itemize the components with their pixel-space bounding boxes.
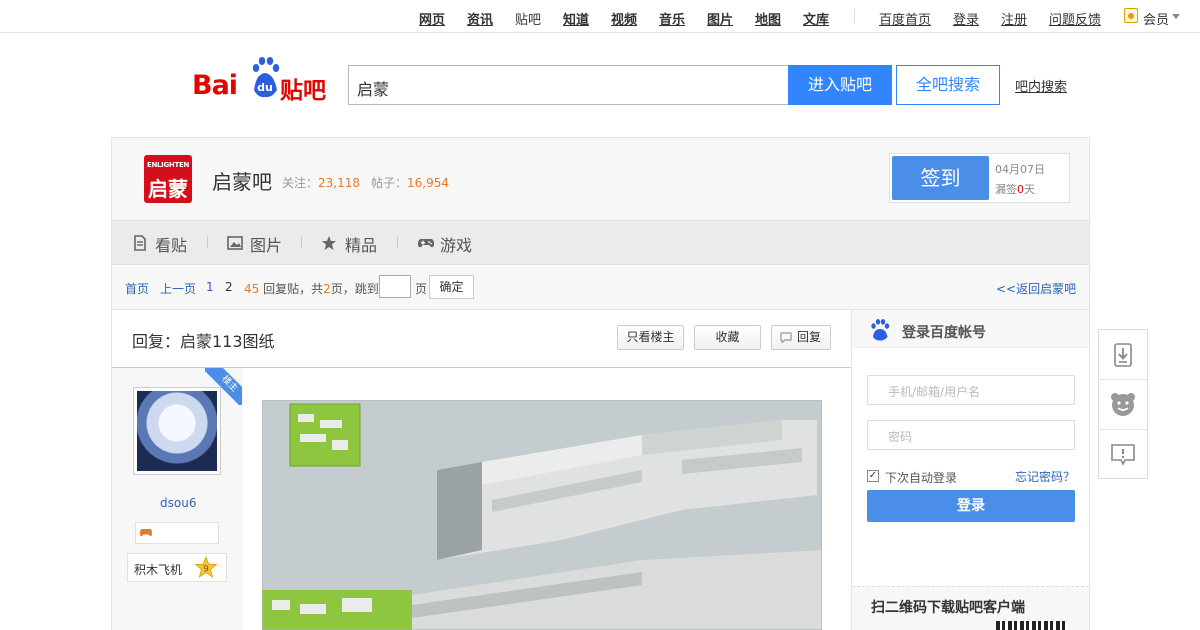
- only-owner-button[interactable]: 只看楼主: [617, 325, 684, 350]
- search-in-forum-link[interactable]: 吧内搜索: [1015, 76, 1067, 95]
- nav-video[interactable]: 视频: [611, 9, 637, 28]
- logo-tieba-text: 贴吧: [280, 78, 326, 104]
- search-all-button[interactable]: 全吧搜索: [896, 65, 1000, 105]
- username-input[interactable]: 手机/邮箱/用户名: [867, 375, 1075, 405]
- download-app-button[interactable]: [1099, 330, 1147, 380]
- tab-games[interactable]: 游戏: [440, 232, 472, 256]
- nav-login[interactable]: 登录: [953, 9, 979, 28]
- post-title: 回复：启蒙113图纸: [132, 332, 275, 351]
- nav-news[interactable]: 资讯: [467, 9, 493, 28]
- logo-bai-text: Bai: [192, 70, 238, 101]
- tab-divider: [397, 236, 398, 248]
- nav-baidu-home[interactable]: 百度首页: [879, 9, 931, 28]
- nav-divider: [854, 9, 855, 24]
- search-input[interactable]: 启蒙: [348, 65, 789, 105]
- follow-stat: 关注：23,118: [282, 176, 361, 190]
- baidu-paw-icon: du: [252, 57, 280, 98]
- back-to-forum-link[interactable]: <<返回启蒙吧: [996, 280, 1076, 297]
- level-star-icon: 9: [194, 556, 218, 578]
- nav-register[interactable]: 注册: [1001, 9, 1027, 28]
- image-icon: [227, 236, 243, 250]
- login-title: 登录百度帐号: [902, 325, 986, 341]
- nav-zhidao[interactable]: 知道: [563, 9, 589, 28]
- qr-title: 扫二维码下载贴吧客户端: [871, 600, 1025, 616]
- nav-web[interactable]: 网页: [419, 9, 445, 28]
- avatar-image: [137, 391, 217, 471]
- tab-divider: [301, 236, 302, 248]
- bear-icon: [1111, 393, 1135, 416]
- tab-images[interactable]: 图片: [250, 232, 282, 256]
- game-badge-icon[interactable]: [139, 527, 153, 539]
- page-link-1[interactable]: 1: [206, 280, 214, 294]
- reply-label: 回复: [796, 330, 821, 344]
- remember-label: 下次自动登录: [885, 471, 958, 485]
- feedback-icon: [1111, 444, 1135, 466]
- forum-logo[interactable]: ENLIGHTEN 启蒙: [144, 155, 192, 203]
- missed-days: 漏签0天: [995, 183, 1035, 196]
- document-icon: [134, 235, 146, 251]
- level-name: 积木飞机: [134, 563, 183, 577]
- tab-divider: [207, 236, 208, 248]
- nav-tieba[interactable]: 贴吧: [515, 9, 541, 28]
- page-unit: 页: [415, 282, 428, 296]
- forgot-password-link[interactable]: 忘记密码？: [1015, 468, 1075, 485]
- nav-feedback[interactable]: 问题反馈: [1049, 9, 1101, 28]
- login-button[interactable]: 登录: [867, 490, 1075, 522]
- baidu-tieba-logo[interactable]: Bai du 贴吧: [192, 56, 332, 104]
- sign-date: 04月07日: [995, 163, 1045, 176]
- enter-forum-button[interactable]: 进入贴吧: [788, 65, 892, 105]
- top-nav: 网页 资讯 贴吧 知道 视频 音乐 图片 地图 文库 百度首页 登录 注册 问题…: [0, 0, 1200, 33]
- reply-button[interactable]: 回复: [771, 325, 831, 350]
- pager-info: 45 回复贴，共2页，跳到: [244, 282, 379, 296]
- svg-text:du: du: [257, 81, 273, 94]
- nav-music[interactable]: 音乐: [659, 9, 685, 28]
- posts-stat: 帖子：16,954: [371, 176, 450, 190]
- nav-wenku[interactable]: 文库: [803, 9, 829, 28]
- prev-page-link[interactable]: 上一页: [160, 280, 196, 297]
- vip-icon: [1124, 8, 1138, 23]
- jump-confirm-button[interactable]: 确定: [429, 275, 474, 299]
- sign-in-button[interactable]: 签到: [892, 156, 989, 200]
- baidu-paw-icon: [871, 319, 890, 341]
- author-name[interactable]: dsou6: [160, 496, 196, 510]
- remember-checkbox[interactable]: ✓: [867, 470, 879, 482]
- avatar[interactable]: [133, 387, 221, 475]
- forum-name[interactable]: 启蒙吧: [212, 166, 272, 195]
- chevron-down-icon[interactable]: [1172, 14, 1180, 19]
- jump-page-input[interactable]: [379, 275, 411, 298]
- first-page-link[interactable]: 首页: [125, 280, 149, 297]
- nav-vip[interactable]: 会员: [1143, 9, 1169, 28]
- svg-text:9: 9: [203, 565, 209, 575]
- comment-icon: [780, 332, 792, 343]
- current-page: 2: [225, 280, 233, 294]
- report-button[interactable]: [1099, 430, 1147, 480]
- nav-image[interactable]: 图片: [707, 9, 733, 28]
- mascot-button[interactable]: [1099, 380, 1147, 430]
- badge-box: [135, 522, 219, 544]
- floating-toolbar: [1098, 329, 1148, 479]
- gamepad-icon: [418, 239, 434, 248]
- collect-button[interactable]: 收藏: [694, 325, 761, 350]
- password-input[interactable]: 密码: [867, 420, 1075, 450]
- star-icon: [322, 236, 336, 250]
- tab-featured[interactable]: 精品: [345, 232, 377, 256]
- qr-code: [996, 621, 1068, 630]
- download-icon: [1114, 343, 1132, 367]
- tab-posts[interactable]: 看贴: [155, 232, 187, 256]
- post-image[interactable]: [262, 400, 822, 630]
- nav-map[interactable]: 地图: [755, 9, 781, 28]
